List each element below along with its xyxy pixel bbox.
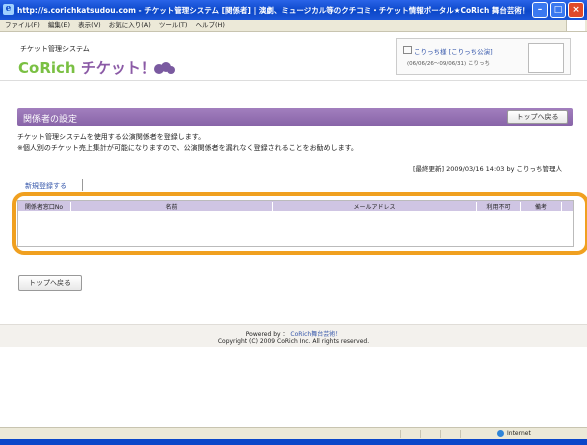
description: チケット管理システムを使用する公演関係者を登録します。 ※個人別のチケット売上集…	[17, 132, 358, 154]
menu-file[interactable]: ファイル(F)	[5, 20, 40, 31]
status-segment	[440, 430, 461, 438]
minimize-button[interactable]: –	[532, 2, 548, 18]
system-label: チケット管理システム	[20, 45, 90, 53]
powered-by: Powered by ： CoRich舞台芸術！	[245, 331, 342, 338]
menu-help[interactable]: ヘルプ(H)	[196, 20, 225, 31]
powered-link[interactable]: CoRich舞台芸術！	[290, 331, 341, 338]
copyright: Copyright (C) 2009 CoRich Inc. All right…	[217, 338, 370, 345]
lock-segment	[460, 430, 491, 438]
back-to-top-button[interactable]: トップへ戻る	[507, 110, 568, 124]
zone-label: Internet	[507, 430, 531, 437]
menu-favorites[interactable]: お気に入り(A)	[109, 20, 151, 31]
page-title: 関係者の設定	[23, 115, 78, 125]
powered-prefix: Powered by	[245, 331, 281, 338]
description-line1: チケット管理システムを使用する公演関係者を登録します。	[17, 133, 206, 141]
new-registration-link[interactable]: 新規登録する	[25, 181, 67, 191]
section-header: 関係者の設定 トップへ戻る	[17, 108, 573, 126]
avatar	[528, 43, 564, 73]
status-segment	[400, 430, 421, 438]
last-updated: [最終更新] 2009/03/16 14:03 by こりっち管理人	[413, 165, 563, 173]
window-title: http://s.corichkatsudou.com - チケット管理システム…	[17, 6, 532, 15]
windows-logo-icon	[566, 20, 585, 31]
taskbar-edge	[0, 439, 587, 445]
header-separator	[0, 80, 587, 81]
security-zone: Internet	[497, 430, 531, 437]
footer: Powered by ： CoRich舞台芸術！ Copyright (C) 2…	[0, 324, 587, 347]
ie-icon: e	[3, 4, 14, 15]
divider	[82, 179, 83, 191]
annotation-highlight	[12, 192, 587, 255]
menu-bar: ファイル(F) 編集(E) 表示(V) お気に入り(A) ツール(T) ヘルプ(…	[0, 20, 587, 32]
site-logo[interactable]: CoRich チケット！	[18, 57, 156, 78]
menu-tools[interactable]: ツール(T)	[159, 20, 188, 31]
maximize-button[interactable]: □	[550, 2, 566, 18]
user-name-link[interactable]: こりっち様 [こりっち公演]	[414, 46, 493, 56]
status-segment	[420, 430, 441, 438]
back-to-top-button-bottom[interactable]: トップへ戻る	[18, 275, 82, 291]
close-button[interactable]: ×	[568, 2, 584, 18]
menu-edit[interactable]: 編集(E)	[48, 20, 70, 31]
page-content: チケット管理システム CoRich チケット！ こりっち様 [こりっち公演] (…	[0, 32, 587, 427]
menu-view[interactable]: 表示(V)	[78, 20, 101, 31]
logo-mascot-icon	[152, 60, 176, 76]
user-info-box: こりっち様 [こりっち公演] (06/06/26～09/06/31) こりっち	[396, 38, 571, 75]
window-title-bar: e http://s.corichkatsudou.com - チケット管理シス…	[0, 0, 587, 20]
logo-ticket: チケット！	[80, 59, 156, 77]
user-period: (06/06/26～09/06/31) こりっち	[407, 61, 490, 67]
description-line2: ※個人別のチケット売上集計が可能になりますので、公演関係者を漏れなく登録されるこ…	[17, 144, 358, 152]
globe-icon	[497, 430, 504, 437]
user-icon	[403, 46, 412, 54]
logo-corich: CoRich	[18, 59, 76, 77]
